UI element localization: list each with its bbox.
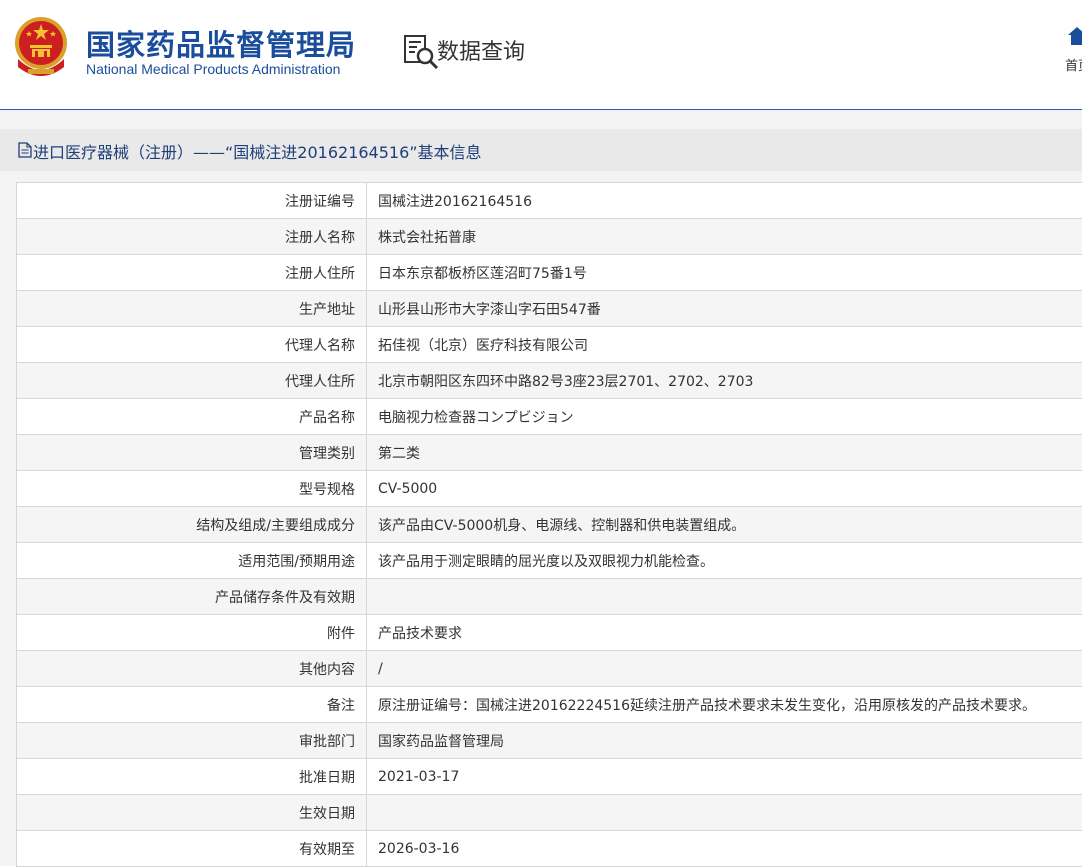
field-value: 2021-03-17 [367,759,1082,795]
table-row: 注册人名称株式会社拓普康 [17,219,1082,255]
home-link[interactable]: 首页 [1064,22,1082,82]
field-value: 电脑视力检查器コンプビジョン [367,399,1082,435]
table-row: 生效日期 [17,795,1082,831]
field-value: / [367,651,1082,687]
field-label: 代理人住所 [17,363,367,399]
table-row: 其他内容/ [17,651,1082,687]
field-value: 国械注进20162164516 [367,183,1082,219]
field-label: 产品名称 [17,399,367,435]
field-label: 其他内容 [17,651,367,687]
table-row: 产品名称电脑视力检查器コンプビジョン [17,399,1082,435]
registration-info-table: 注册证编号国械注进20162164516注册人名称株式会社拓普康注册人住所日本东… [16,182,1082,867]
table-row: 审批部门国家药品监督管理局 [17,723,1082,759]
field-label: 型号规格 [17,471,367,507]
home-icon [1068,26,1082,46]
field-label: 生产地址 [17,291,367,327]
table-row: 备注原注册证编号：国械注进20162224516延续注册产品技术要求未发生变化，… [17,687,1082,723]
table-row: 管理类别第二类 [17,435,1082,471]
table-row: 结构及组成/主要组成成分该产品由CV-5000机身、电源线、控制器和供电装置组成… [17,507,1082,543]
field-value: 该产品由CV-5000机身、电源线、控制器和供电装置组成。 [367,507,1082,543]
field-label: 管理类别 [17,435,367,471]
field-label: 适用范围/预期用途 [17,543,367,579]
field-label: 有效期至 [17,831,367,867]
table-row: 注册证编号国械注进20162164516 [17,183,1082,219]
table-row: 有效期至2026-03-16 [17,831,1082,867]
table-row: 附件产品技术要求 [17,615,1082,651]
field-label: 批准日期 [17,759,367,795]
field-label: 注册证编号 [17,183,367,219]
site-title[interactable]: 国家药品监督管理局 [86,22,356,64]
section-title: 进口医疗器械（注册）——“国械注进20162164516”基本信息 [33,139,482,163]
field-value [367,579,1082,615]
national-emblem-icon[interactable] [12,15,70,77]
field-value: 该产品用于测定眼睛的屈光度以及双眼视力机能检查。 [367,543,1082,579]
field-label: 代理人名称 [17,327,367,363]
table-row: 注册人住所日本东京都板桥区莲沼町75番1号 [17,255,1082,291]
field-value: 第二类 [367,435,1082,471]
field-label: 审批部门 [17,723,367,759]
site-subtitle-en[interactable]: National Medical Products Administration [86,61,340,77]
field-value: 2026-03-16 [367,831,1082,867]
document-search-icon[interactable] [403,34,439,70]
field-label: 附件 [17,615,367,651]
field-value [367,795,1082,831]
table-row: 适用范围/预期用途该产品用于测定眼睛的屈光度以及双眼视力机能检查。 [17,543,1082,579]
field-value: 山形县山形市大字漆山字石田547番 [367,291,1082,327]
field-value: 拓佳视（北京）医疗科技有限公司 [367,327,1082,363]
field-value: CV-5000 [367,471,1082,507]
field-label: 注册人住所 [17,255,367,291]
section-title-bar: 进口医疗器械（注册）——“国械注进20162164516”基本信息 [0,129,1082,171]
table-row: 产品储存条件及有效期 [17,579,1082,615]
field-label: 备注 [17,687,367,723]
site-header: 国家药品监督管理局 National Medical Products Admi… [0,0,1082,110]
field-label: 生效日期 [17,795,367,831]
field-value: 原注册证编号：国械注进20162224516延续注册产品技术要求未发生变化，沿用… [367,687,1082,723]
field-label: 注册人名称 [17,219,367,255]
table-row: 型号规格CV-5000 [17,471,1082,507]
main-content: 进口医疗器械（注册）——“国械注进20162164516”基本信息 注册证编号国… [0,110,1082,866]
field-value: 国家药品监督管理局 [367,723,1082,759]
data-query-label[interactable]: 数据查询 [437,34,525,66]
field-value: 北京市朝阳区东四环中路82号3座23层2701、2702、2703 [367,363,1082,399]
table-row: 生产地址山形县山形市大字漆山字石田547番 [17,291,1082,327]
table-row: 代理人住所北京市朝阳区东四环中路82号3座23层2701、2702、2703 [17,363,1082,399]
home-label: 首页 [1065,55,1082,74]
field-label: 结构及组成/主要组成成分 [17,507,367,543]
table-row: 代理人名称拓佳视（北京）医疗科技有限公司 [17,327,1082,363]
table-row: 批准日期2021-03-17 [17,759,1082,795]
field-value: 产品技术要求 [367,615,1082,651]
document-icon [18,142,32,158]
field-value: 株式会社拓普康 [367,219,1082,255]
field-value: 日本东京都板桥区莲沼町75番1号 [367,255,1082,291]
field-label: 产品储存条件及有效期 [17,579,367,615]
